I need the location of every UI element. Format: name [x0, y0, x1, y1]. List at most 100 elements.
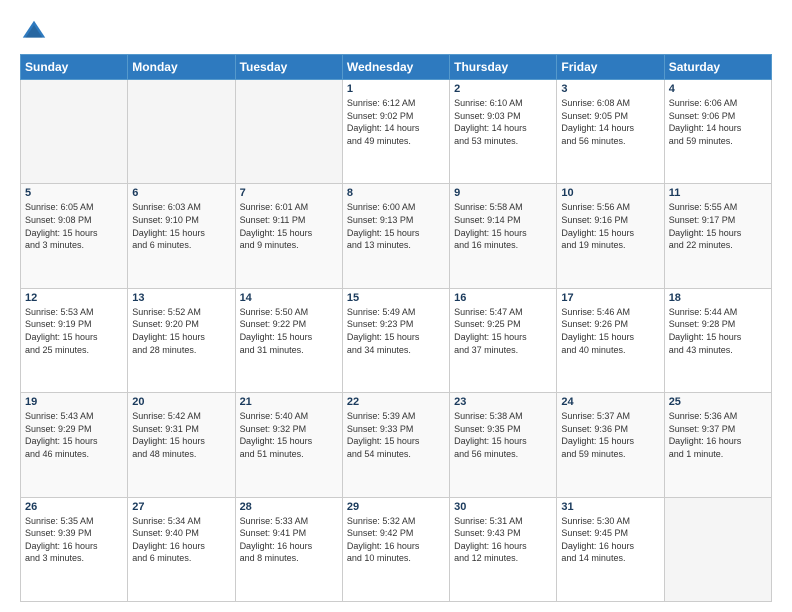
day-number: 31 [561, 501, 659, 513]
calendar-header-wednesday: Wednesday [342, 55, 449, 80]
calendar-cell: 21 Sunrise: 5:40 AM Sunset: 9:32 PM Dayli… [235, 393, 342, 497]
day-number: 4 [669, 83, 767, 95]
day-number: 18 [669, 292, 767, 304]
calendar-cell: 9 Sunrise: 5:58 AM Sunset: 9:14 PM Daylig… [450, 184, 557, 288]
logo-icon [20, 18, 48, 46]
calendar-cell: 10 Sunrise: 5:56 AM Sunset: 9:16 PM Dayli… [557, 184, 664, 288]
day-number: 14 [240, 292, 338, 304]
calendar-header-tuesday: Tuesday [235, 55, 342, 80]
calendar-cell [128, 80, 235, 184]
day-number: 16 [454, 292, 552, 304]
calendar-header-row: SundayMondayTuesdayWednesdayThursdayFrid… [21, 55, 772, 80]
day-info: Sunrise: 6:05 AM Sunset: 9:08 PM Dayligh… [25, 201, 123, 251]
calendar-cell: 23 Sunrise: 5:38 AM Sunset: 9:35 PM Dayli… [450, 393, 557, 497]
day-info: Sunrise: 5:33 AM Sunset: 9:41 PM Dayligh… [240, 515, 338, 565]
day-info: Sunrise: 6:03 AM Sunset: 9:10 PM Dayligh… [132, 201, 230, 251]
calendar-cell: 31 Sunrise: 5:30 AM Sunset: 9:45 PM Dayli… [557, 497, 664, 601]
day-number: 30 [454, 501, 552, 513]
day-info: Sunrise: 5:44 AM Sunset: 9:28 PM Dayligh… [669, 306, 767, 356]
day-info: Sunrise: 6:08 AM Sunset: 9:05 PM Dayligh… [561, 97, 659, 147]
calendar-cell: 4 Sunrise: 6:06 AM Sunset: 9:06 PM Daylig… [664, 80, 771, 184]
calendar-week-3: 19 Sunrise: 5:43 AM Sunset: 9:29 PM Dayli… [21, 393, 772, 497]
day-info: Sunrise: 5:30 AM Sunset: 9:45 PM Dayligh… [561, 515, 659, 565]
day-number: 26 [25, 501, 123, 513]
calendar-week-4: 26 Sunrise: 5:35 AM Sunset: 9:39 PM Dayli… [21, 497, 772, 601]
calendar-cell: 30 Sunrise: 5:31 AM Sunset: 9:43 PM Dayli… [450, 497, 557, 601]
calendar-cell: 20 Sunrise: 5:42 AM Sunset: 9:31 PM Dayli… [128, 393, 235, 497]
day-info: Sunrise: 5:56 AM Sunset: 9:16 PM Dayligh… [561, 201, 659, 251]
calendar-cell: 5 Sunrise: 6:05 AM Sunset: 9:08 PM Daylig… [21, 184, 128, 288]
day-number: 28 [240, 501, 338, 513]
day-info: Sunrise: 5:47 AM Sunset: 9:25 PM Dayligh… [454, 306, 552, 356]
day-number: 2 [454, 83, 552, 95]
calendar-cell: 26 Sunrise: 5:35 AM Sunset: 9:39 PM Dayli… [21, 497, 128, 601]
calendar-cell: 27Sunrise: 5:34 AM Sunset: 9:40 PM Dayli… [128, 497, 235, 601]
day-number: 24 [561, 396, 659, 408]
day-number: 17 [561, 292, 659, 304]
calendar-cell: 28 Sunrise: 5:33 AM Sunset: 9:41 PM Dayli… [235, 497, 342, 601]
day-info: Sunrise: 5:42 AM Sunset: 9:31 PM Dayligh… [132, 410, 230, 460]
day-info: Sunrise: 5:53 AM Sunset: 9:19 PM Dayligh… [25, 306, 123, 356]
day-number: 1 [347, 83, 445, 95]
day-info: Sunrise: 5:39 AM Sunset: 9:33 PM Dayligh… [347, 410, 445, 460]
day-number: 23 [454, 396, 552, 408]
day-info: Sunrise: 6:06 AM Sunset: 9:06 PM Dayligh… [669, 97, 767, 147]
day-number: 15 [347, 292, 445, 304]
day-info: Sunrise: 5:38 AM Sunset: 9:35 PM Dayligh… [454, 410, 552, 460]
calendar-cell: 18 Sunrise: 5:44 AM Sunset: 9:28 PM Dayli… [664, 288, 771, 392]
calendar-table: SundayMondayTuesdayWednesdayThursdayFrid… [20, 54, 772, 602]
calendar-header-saturday: Saturday [664, 55, 771, 80]
day-info: Sunrise: 5:52 AM Sunset: 9:20 PM Dayligh… [132, 306, 230, 356]
calendar-cell: 13 Sunrise: 5:52 AM Sunset: 9:20 PM Dayli… [128, 288, 235, 392]
calendar-cell: 16 Sunrise: 5:47 AM Sunset: 9:25 PM Dayli… [450, 288, 557, 392]
day-info: Sunrise: 5:58 AM Sunset: 9:14 PM Dayligh… [454, 201, 552, 251]
day-number: 19 [25, 396, 123, 408]
calendar-cell: 19 Sunrise: 5:43 AM Sunset: 9:29 PM Dayli… [21, 393, 128, 497]
calendar-cell: 8Sunrise: 6:00 AM Sunset: 9:13 PM Daylig… [342, 184, 449, 288]
calendar-cell [235, 80, 342, 184]
calendar-week-1: 5 Sunrise: 6:05 AM Sunset: 9:08 PM Daylig… [21, 184, 772, 288]
calendar-cell: 29Sunrise: 5:32 AM Sunset: 9:42 PM Dayli… [342, 497, 449, 601]
day-info: Sunrise: 6:12 AM Sunset: 9:02 PM Dayligh… [347, 97, 445, 147]
day-info: Sunrise: 5:32 AM Sunset: 9:42 PM Dayligh… [347, 515, 445, 565]
logo [20, 18, 52, 46]
day-info: Sunrise: 6:00 AM Sunset: 9:13 PM Dayligh… [347, 201, 445, 251]
day-number: 3 [561, 83, 659, 95]
calendar-cell: 25Sunrise: 5:36 AM Sunset: 9:37 PM Dayli… [664, 393, 771, 497]
day-number: 11 [669, 187, 767, 199]
page: SundayMondayTuesdayWednesdayThursdayFrid… [0, 0, 792, 612]
calendar-header-sunday: Sunday [21, 55, 128, 80]
calendar-cell: 22 Sunrise: 5:39 AM Sunset: 9:33 PM Dayli… [342, 393, 449, 497]
day-number: 10 [561, 187, 659, 199]
calendar-cell: 11Sunrise: 5:55 AM Sunset: 9:17 PM Dayli… [664, 184, 771, 288]
day-info: Sunrise: 5:43 AM Sunset: 9:29 PM Dayligh… [25, 410, 123, 460]
calendar-cell: 7 Sunrise: 6:01 AM Sunset: 9:11 PM Daylig… [235, 184, 342, 288]
calendar-week-0: 1 Sunrise: 6:12 AM Sunset: 9:02 PM Daylig… [21, 80, 772, 184]
day-number: 21 [240, 396, 338, 408]
day-number: 22 [347, 396, 445, 408]
day-number: 7 [240, 187, 338, 199]
header [20, 18, 772, 46]
calendar-header-monday: Monday [128, 55, 235, 80]
day-info: Sunrise: 5:40 AM Sunset: 9:32 PM Dayligh… [240, 410, 338, 460]
calendar-cell: 17 Sunrise: 5:46 AM Sunset: 9:26 PM Dayli… [557, 288, 664, 392]
day-info: Sunrise: 6:01 AM Sunset: 9:11 PM Dayligh… [240, 201, 338, 251]
day-number: 20 [132, 396, 230, 408]
day-number: 13 [132, 292, 230, 304]
day-info: Sunrise: 5:49 AM Sunset: 9:23 PM Dayligh… [347, 306, 445, 356]
calendar-cell [664, 497, 771, 601]
day-number: 5 [25, 187, 123, 199]
calendar-cell: 12 Sunrise: 5:53 AM Sunset: 9:19 PM Dayli… [21, 288, 128, 392]
calendar-header-thursday: Thursday [450, 55, 557, 80]
day-info: Sunrise: 5:46 AM Sunset: 9:26 PM Dayligh… [561, 306, 659, 356]
calendar-cell: 15 Sunrise: 5:49 AM Sunset: 9:23 PM Dayli… [342, 288, 449, 392]
day-info: Sunrise: 5:37 AM Sunset: 9:36 PM Dayligh… [561, 410, 659, 460]
day-info: Sunrise: 5:50 AM Sunset: 9:22 PM Dayligh… [240, 306, 338, 356]
calendar-cell: 6Sunrise: 6:03 AM Sunset: 9:10 PM Daylig… [128, 184, 235, 288]
day-info: Sunrise: 5:36 AM Sunset: 9:37 PM Dayligh… [669, 410, 767, 460]
day-number: 12 [25, 292, 123, 304]
day-info: Sunrise: 5:31 AM Sunset: 9:43 PM Dayligh… [454, 515, 552, 565]
day-info: Sunrise: 5:35 AM Sunset: 9:39 PM Dayligh… [25, 515, 123, 565]
calendar-cell: 24 Sunrise: 5:37 AM Sunset: 9:36 PM Dayli… [557, 393, 664, 497]
day-number: 9 [454, 187, 552, 199]
